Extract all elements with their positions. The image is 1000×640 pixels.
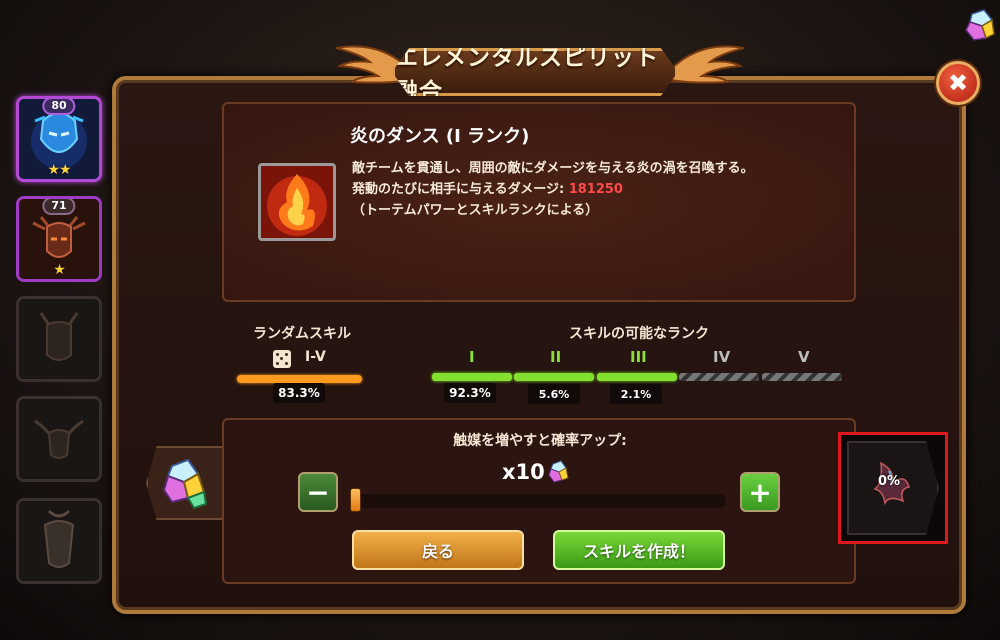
random-skill-range: I-V [305, 349, 326, 365]
right-wing-ornament [670, 45, 745, 84]
totem-slot-2[interactable]: 71 ★ [16, 196, 102, 282]
dialog-title-plate: エレメンタルスピリット融合 [392, 48, 678, 96]
result-percent: 0% [878, 474, 901, 489]
rank-label-4: IV [713, 348, 731, 366]
random-skill-heading: ランダムスキル [253, 326, 351, 342]
totem-slot-5[interactable] [16, 498, 102, 584]
rank-label-1: I [469, 348, 475, 366]
totem-level-badge: 71 [42, 199, 76, 215]
rank-label-2: II [550, 348, 562, 366]
catalyst-slider-thumb[interactable] [350, 488, 361, 512]
catalyst-crystal-icon [162, 458, 208, 510]
totem-level-badge: 80 [42, 99, 76, 115]
damage-label: 発動のたびに相手に与えるダメージ: [352, 182, 569, 197]
damage-value: 181250 [568, 182, 623, 197]
rank-percent-2: 5.6% [528, 384, 580, 404]
catalyst-slider[interactable] [352, 494, 726, 508]
rank-percent-3: 2.1% [610, 384, 662, 404]
possible-ranks-heading: スキルの可能なランク [569, 326, 709, 342]
close-button[interactable]: ✖ [936, 61, 980, 105]
totem-slot-3[interactable] [16, 296, 102, 382]
catalyst-crystal-icon [964, 8, 996, 44]
rank-label-3: III [630, 348, 647, 366]
skill-damage-line: 発動のたびに相手に与えるダメージ: 181250 [352, 178, 623, 197]
decrease-catalyst-button[interactable]: − [298, 472, 338, 512]
totem-slot-1[interactable]: 80 ★★ [16, 96, 102, 182]
rank-percent-1: 92.3% [444, 383, 496, 403]
fire-dance-skill-icon [258, 163, 336, 241]
rank-label-5: V [798, 348, 810, 366]
increase-catalyst-button[interactable]: + [740, 472, 780, 512]
rank-bar-1 [432, 373, 512, 381]
rank-bar-3 [597, 373, 677, 381]
skill-name: 炎のダンス (I ランク) [350, 126, 530, 147]
totem-stars: ★★ [47, 162, 71, 178]
catalyst-crystal-icon [548, 460, 569, 483]
random-skill-percent: 83.3% [273, 383, 325, 403]
dialog-title: エレメンタルスピリット融合 [395, 45, 659, 105]
dice-icon [273, 350, 291, 368]
random-skill-bar [237, 375, 362, 383]
locked-totem-icon [19, 501, 99, 581]
skill-note: （トーテムパワーとスキルランクによる） [352, 203, 599, 218]
rank-bar-4 [679, 373, 759, 381]
rank-bar-2 [514, 373, 594, 381]
create-skill-button[interactable]: スキルを作成！ [553, 530, 725, 570]
locked-totem-icon [19, 299, 99, 379]
rank-bar-5 [762, 373, 842, 381]
back-button[interactable]: 戻る [352, 530, 524, 570]
catalyst-tab[interactable] [146, 446, 222, 520]
catalyst-multiplier: x10 [502, 460, 545, 484]
totem-stars: ★ [53, 262, 66, 278]
skill-description: 敵チームを貫通し、周囲の敵にダメージを与える炎の渦を召喚する。 [352, 161, 754, 176]
